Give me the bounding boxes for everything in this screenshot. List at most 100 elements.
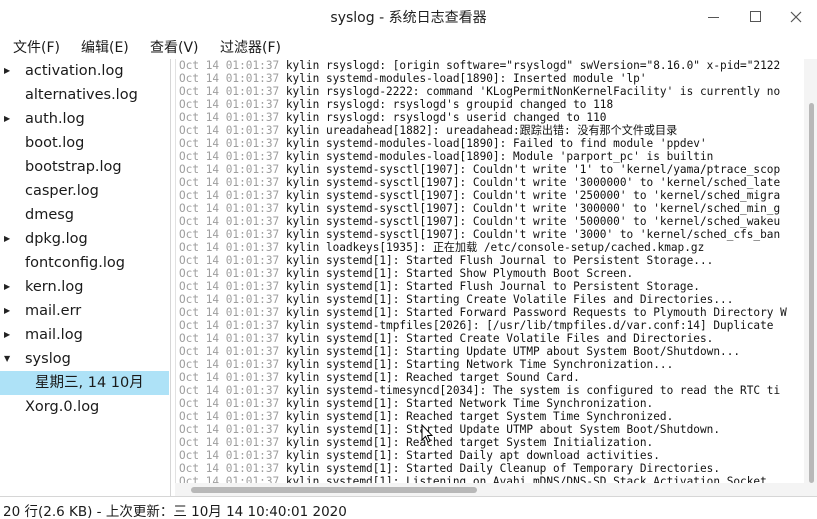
menu-edit[interactable]: 编辑(E) bbox=[81, 37, 129, 57]
pane-divider[interactable] bbox=[170, 59, 171, 496]
sidebar-item[interactable]: ▶ mail.log bbox=[0, 323, 169, 347]
log-line[interactable]: Oct 14 01:01:37 kylin systemd[1]: Reache… bbox=[176, 436, 804, 449]
log-line[interactable]: Oct 14 01:01:37 kylin systemd[1]: Starte… bbox=[176, 267, 804, 280]
log-line[interactable]: Oct 14 01:01:37 kylin systemd-sysctl[190… bbox=[176, 215, 804, 228]
expanded-arrow-icon[interactable]: ▼ bbox=[4, 347, 10, 371]
log-content-view[interactable]: Oct 14 01:01:37 kylin rsyslogd: [origin … bbox=[175, 59, 804, 483]
maximize-button[interactable] bbox=[735, 0, 775, 33]
log-message: kylin systemd-timesyncd[2034]: The syste… bbox=[285, 384, 781, 397]
sidebar-item[interactable]: ▶ mail.err bbox=[0, 299, 169, 323]
sidebar-item[interactable]: ▼ syslog bbox=[0, 347, 169, 371]
log-timestamp: Oct 14 01:01:37 bbox=[179, 176, 280, 189]
expand-arrow-icon[interactable]: ▶ bbox=[4, 275, 10, 299]
horizontal-scroll-thumb[interactable] bbox=[191, 487, 477, 493]
log-line[interactable]: Oct 14 01:01:37 kylin rsyslogd: rsyslogd… bbox=[176, 111, 804, 124]
log-line[interactable]: Oct 14 01:01:37 kylin rsyslogd-2222: com… bbox=[176, 85, 804, 98]
expand-arrow-icon[interactable]: ▶ bbox=[4, 323, 10, 347]
sidebar-item[interactable]: ▶ kern.log bbox=[0, 275, 169, 299]
menu-filters[interactable]: 过滤器(F) bbox=[220, 37, 281, 57]
log-line[interactable]: Oct 14 01:01:37 kylin systemd-sysctl[190… bbox=[176, 176, 804, 189]
log-message: kylin systemd-modules-load[1890]: Module… bbox=[285, 150, 714, 163]
sidebar-item[interactable]: fontconfig.log bbox=[0, 251, 169, 275]
log-timestamp: Oct 14 01:01:37 bbox=[179, 462, 280, 475]
minimize-button[interactable] bbox=[693, 0, 733, 33]
sidebar-item[interactable]: Xorg.0.log bbox=[0, 395, 169, 419]
log-line[interactable]: Oct 14 01:01:37 kylin rsyslogd: rsyslogd… bbox=[176, 98, 804, 111]
log-timestamp: Oct 14 01:01:37 bbox=[179, 449, 280, 462]
log-line[interactable]: Oct 14 01:01:37 kylin systemd-sysctl[190… bbox=[176, 189, 804, 202]
sidebar-item-label: mail.log bbox=[25, 327, 83, 343]
expand-arrow-icon[interactable]: ▶ bbox=[4, 107, 10, 131]
log-message: kylin systemd[1]: Started Create Volatil… bbox=[285, 332, 714, 345]
log-message: kylin loadkeys[1935]: 正在加载 /etc/console-… bbox=[285, 241, 705, 254]
sidebar-item[interactable]: ▶ auth.log bbox=[0, 107, 169, 131]
horizontal-scrollbar[interactable] bbox=[175, 483, 804, 496]
sidebar-item-label: boot.log bbox=[25, 135, 85, 151]
log-line[interactable]: Oct 14 01:01:37 kylin systemd-sysctl[190… bbox=[176, 163, 804, 176]
log-message: kylin systemd-sysctl[1907]: Couldn't wri… bbox=[285, 189, 781, 202]
close-button[interactable] bbox=[776, 0, 816, 33]
log-line[interactable]: Oct 14 01:01:37 kylin systemd-sysctl[190… bbox=[176, 202, 804, 215]
sidebar-subitem[interactable]: 星期三, 14 10月 bbox=[0, 371, 169, 395]
sidebar-item[interactable]: bootstrap.log bbox=[0, 155, 169, 179]
log-line[interactable]: Oct 14 01:01:37 kylin systemd[1]: Starte… bbox=[176, 462, 804, 475]
log-message: kylin systemd[1]: Started Network Time S… bbox=[285, 397, 654, 410]
sidebar-item[interactable]: ▶ dpkg.log bbox=[0, 227, 169, 251]
sidebar-item-label: 星期三, 14 10月 bbox=[35, 375, 144, 391]
log-line[interactable]: Oct 14 01:01:37 kylin systemd[1]: Reache… bbox=[176, 371, 804, 384]
maximize-icon bbox=[749, 11, 761, 22]
log-line[interactable]: Oct 14 01:01:37 kylin systemd-modules-lo… bbox=[176, 137, 804, 150]
log-line[interactable]: Oct 14 01:01:37 kylin systemd[1]: Reache… bbox=[176, 410, 804, 423]
log-line[interactable]: Oct 14 01:01:37 kylin rsyslogd: [origin … bbox=[176, 59, 804, 72]
log-message: kylin systemd[1]: Starting Network Time … bbox=[285, 358, 674, 371]
sidebar-item[interactable]: casper.log bbox=[0, 179, 169, 203]
log-line[interactable]: Oct 14 01:01:37 kylin systemd[1]: Starte… bbox=[176, 254, 804, 267]
log-line[interactable]: Oct 14 01:01:37 kylin systemd[1]: Starte… bbox=[176, 306, 804, 319]
log-line[interactable]: Oct 14 01:01:37 kylin systemd[1]: Listen… bbox=[176, 475, 804, 483]
minimize-icon bbox=[707, 17, 719, 18]
sidebar-item[interactable]: dmesg bbox=[0, 203, 169, 227]
log-timestamp: Oct 14 01:01:37 bbox=[179, 267, 280, 280]
sidebar-item[interactable]: alternatives.log bbox=[0, 83, 169, 107]
log-line[interactable]: Oct 14 01:01:37 kylin systemd[1]: Starte… bbox=[176, 449, 804, 462]
log-message: kylin systemd-sysctl[1907]: Couldn't wri… bbox=[285, 202, 781, 215]
log-line[interactable]: Oct 14 01:01:37 kylin systemd[1]: Starte… bbox=[176, 280, 804, 293]
vertical-scrollbar[interactable] bbox=[804, 59, 817, 483]
menu-file[interactable]: 文件(F) bbox=[13, 37, 60, 57]
log-line[interactable]: Oct 14 01:01:37 kylin systemd[1]: Starti… bbox=[176, 293, 804, 306]
log-timestamp: Oct 14 01:01:37 bbox=[179, 98, 280, 111]
expand-arrow-icon[interactable]: ▶ bbox=[4, 59, 10, 83]
log-timestamp: Oct 14 01:01:37 bbox=[179, 215, 280, 228]
log-line[interactable]: Oct 14 01:01:37 kylin systemd-timesyncd[… bbox=[176, 384, 804, 397]
status-text: 20 行(2.6 KB) - 上次更新：三 10月 14 10:40:01 20… bbox=[3, 504, 347, 519]
log-timestamp: Oct 14 01:01:37 bbox=[179, 397, 280, 410]
menu-view[interactable]: 查看(V) bbox=[150, 37, 199, 57]
sidebar-item-label: casper.log bbox=[25, 183, 99, 199]
log-message: kylin systemd-sysctl[1907]: Couldn't wri… bbox=[285, 176, 781, 189]
log-message: kylin rsyslogd-2222: command 'KLogPermit… bbox=[285, 85, 781, 98]
sidebar-item-label: bootstrap.log bbox=[25, 159, 122, 175]
log-message: kylin rsyslogd: rsyslogd's userid change… bbox=[285, 111, 607, 124]
log-line[interactable]: Oct 14 01:01:37 kylin systemd[1]: Starte… bbox=[176, 423, 804, 436]
log-line[interactable]: Oct 14 01:01:37 kylin systemd[1]: Starti… bbox=[176, 345, 804, 358]
log-line[interactable]: Oct 14 01:01:37 kylin loadkeys[1935]: 正在… bbox=[176, 241, 804, 254]
log-line[interactable]: Oct 14 01:01:37 kylin systemd[1]: Starti… bbox=[176, 358, 804, 371]
log-line[interactable]: Oct 14 01:01:37 kylin systemd-modules-lo… bbox=[176, 72, 804, 85]
log-message: kylin systemd[1]: Started Daily apt down… bbox=[285, 449, 660, 462]
log-message: kylin ureadahead[1882]: ureadahead:跟踪出错:… bbox=[285, 124, 678, 137]
log-line[interactable]: Oct 14 01:01:37 kylin systemd-tmpfiles[2… bbox=[176, 319, 804, 332]
log-line[interactable]: Oct 14 01:01:37 kylin systemd-sysctl[190… bbox=[176, 228, 804, 241]
log-line[interactable]: Oct 14 01:01:37 kylin systemd-modules-lo… bbox=[176, 150, 804, 163]
log-line[interactable]: Oct 14 01:01:37 kylin systemd[1]: Starte… bbox=[176, 397, 804, 410]
log-message: kylin systemd[1]: Reached target System … bbox=[285, 436, 654, 449]
log-line[interactable]: Oct 14 01:01:37 kylin ureadahead[1882]: … bbox=[176, 124, 804, 137]
sidebar-item[interactable]: ▶ activation.log bbox=[0, 59, 169, 83]
log-message: kylin systemd-sysctl[1907]: Couldn't wri… bbox=[285, 228, 781, 241]
vertical-scroll-thumb[interactable] bbox=[809, 103, 814, 483]
sidebar-item[interactable]: boot.log bbox=[0, 131, 169, 155]
expand-arrow-icon[interactable]: ▶ bbox=[4, 299, 10, 323]
log-timestamp: Oct 14 01:01:37 bbox=[179, 163, 280, 176]
log-line[interactable]: Oct 14 01:01:37 kylin systemd[1]: Starte… bbox=[176, 332, 804, 345]
log-message: kylin systemd[1]: Started Forward Passwo… bbox=[285, 306, 787, 319]
expand-arrow-icon[interactable]: ▶ bbox=[4, 227, 10, 251]
